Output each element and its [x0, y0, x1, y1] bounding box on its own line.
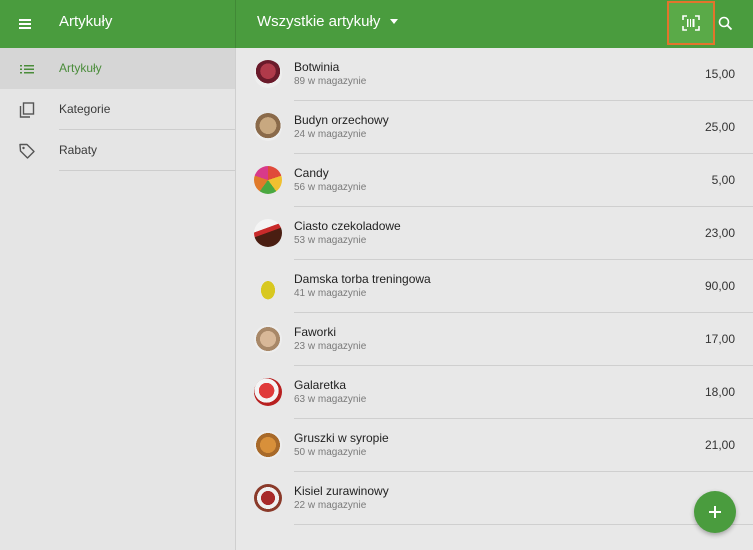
item-price: 23,00 [704, 226, 735, 240]
item-thumbnail [254, 378, 282, 406]
item-name: Damska torba treningowa [294, 272, 431, 286]
item-thumbnail [254, 272, 282, 300]
list-item[interactable]: Faworki 23 w magazynie 17,00 [236, 313, 753, 366]
sidebar-item-label: Artykuły [59, 61, 102, 75]
item-thumbnail [254, 60, 282, 88]
item-stock: 56 w magazynie [294, 182, 367, 193]
item-price: 17,00 [704, 332, 735, 346]
item-name: Candy [294, 166, 329, 180]
item-stock: 23 w magazynie [294, 341, 367, 352]
item-price: 5,00 [711, 173, 735, 187]
item-price: 18,00 [704, 385, 735, 399]
item-price: 21,00 [704, 438, 735, 452]
sidebar: Artykuły Kategorie Rabaty [0, 48, 236, 550]
item-name: Ciasto czekoladowe [294, 219, 401, 233]
item-name: Gruszki w syropie [294, 431, 389, 445]
list-item[interactable]: Candy 56 w magazynie 5,00 [236, 154, 753, 207]
item-stock: 53 w magazynie [294, 235, 367, 246]
category-filter-dropdown[interactable]: Wszystkie artykuły [257, 13, 399, 30]
category-filter-label: Wszystkie artykuły [257, 13, 381, 30]
barcode-scan-button[interactable] [667, 1, 715, 45]
chevron-down-icon [390, 18, 399, 24]
list-icon [20, 65, 34, 74]
app-bar-left: Artykuły [0, 0, 236, 48]
list-item[interactable]: Gruszki w syropie 50 w magazynie 21,00 [236, 419, 753, 472]
item-price: 15,00 [704, 67, 735, 81]
search-icon [718, 16, 733, 31]
sidebar-item-rabaty[interactable]: Rabaty [0, 130, 235, 171]
list-item[interactable]: Galaretka 63 w magazynie 18,00 [236, 366, 753, 419]
item-stock: 24 w magazynie [294, 129, 367, 140]
sidebar-item-label: Kategorie [59, 102, 111, 116]
item-stock: 41 w magazynie [294, 288, 367, 299]
list-item[interactable]: Damska torba treningowa 41 w magazynie 9… [236, 260, 753, 313]
sidebar-item-artykuly[interactable]: Artykuły [0, 48, 235, 89]
item-stock: 89 w magazynie [294, 76, 367, 87]
copy-icon [19, 102, 35, 118]
item-name: Faworki [294, 325, 337, 339]
list-item[interactable]: Ciasto czekoladowe 53 w magazynie 23,00 [236, 207, 753, 260]
sidebar-item-kategorie[interactable]: Kategorie [0, 89, 235, 130]
divider [294, 524, 753, 525]
list-item[interactable]: Budyn orzechowy 24 w magazynie 25,00 [236, 101, 753, 154]
app-bar: Artykuły Wszystkie artykuły [0, 0, 753, 48]
list-item[interactable]: Botwinia 89 w magazynie 15,00 [236, 48, 753, 101]
divider [59, 170, 235, 171]
item-name: Budyn orzechowy [294, 113, 389, 127]
item-thumbnail [254, 431, 282, 459]
item-price: 25,00 [704, 120, 735, 134]
item-name: Botwinia [294, 60, 340, 74]
list-item[interactable]: Kisiel zurawinowy 22 w magazynie [236, 472, 753, 525]
item-stock: 63 w magazynie [294, 394, 367, 405]
add-article-button[interactable] [694, 491, 736, 533]
app-title: Artykuły [59, 13, 113, 30]
item-thumbnail [254, 484, 282, 512]
item-thumbnail [254, 219, 282, 247]
item-thumbnail [254, 166, 282, 194]
app-bar-divider [235, 0, 236, 48]
item-price: 90,00 [704, 279, 735, 293]
item-thumbnail [254, 325, 282, 353]
menu-icon[interactable] [16, 14, 36, 34]
item-name: Kisiel zurawinowy [294, 484, 389, 498]
search-button[interactable] [716, 14, 736, 34]
tag-icon [19, 143, 35, 159]
item-thumbnail [254, 113, 282, 141]
article-list: Botwinia 89 w magazynie 15,00 Budyn orze… [236, 48, 753, 550]
item-name: Galaretka [294, 378, 347, 392]
sidebar-item-label: Rabaty [59, 143, 98, 157]
item-stock: 22 w magazynie [294, 500, 367, 511]
item-stock: 50 w magazynie [294, 447, 367, 458]
barcode-scan-icon [682, 15, 700, 31]
